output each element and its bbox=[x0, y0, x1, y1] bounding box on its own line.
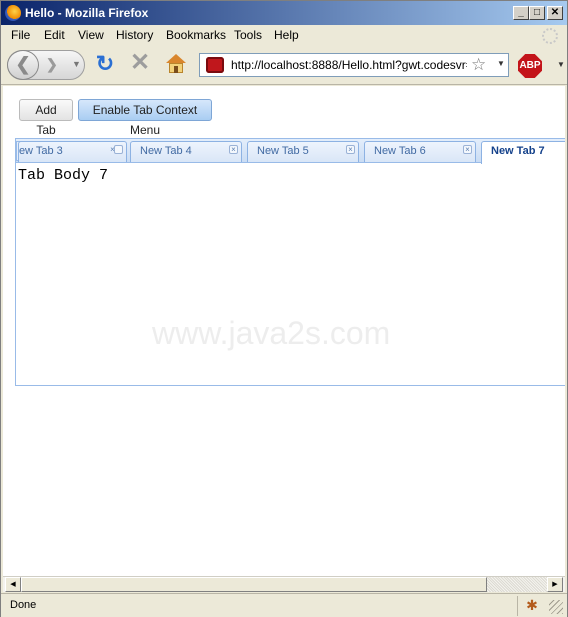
scrollbar-track[interactable] bbox=[487, 577, 547, 592]
tab-strip: ← New Tab 3 × New Tab 4 × New Tab 5 × Ne… bbox=[16, 139, 565, 164]
tab-label: New Tab 7 bbox=[491, 145, 545, 157]
menu-history[interactable]: History bbox=[116, 28, 153, 42]
status-bar: Done ✱ bbox=[1, 593, 567, 617]
site-identity-icon[interactable] bbox=[206, 57, 224, 73]
tab-panel: ← New Tab 3 × New Tab 4 × New Tab 5 × Ne… bbox=[15, 138, 565, 386]
adblock-dropdown-icon[interactable]: ▼ bbox=[557, 60, 565, 69]
tab-new-tab-3[interactable]: New Tab 3 × bbox=[18, 141, 127, 162]
tab-label: New Tab 4 bbox=[140, 145, 192, 157]
url-bar[interactable]: http://localhost:8888/Hello.html?gwt.cod… bbox=[199, 53, 509, 77]
browser-window: Hello - Mozilla Firefox _ □ ✕ File Edit … bbox=[0, 0, 568, 617]
tab-close-icon[interactable]: × bbox=[110, 145, 123, 154]
add-tab-button[interactable]: Add Tab bbox=[19, 99, 73, 137]
menu-help[interactable]: Help bbox=[274, 28, 299, 42]
home-icon bbox=[166, 54, 186, 63]
menu-bar: File Edit View History Bookmarks Tools H… bbox=[1, 25, 567, 45]
tab-new-tab-7[interactable]: New Tab 7 bbox=[481, 141, 565, 164]
firebug-icon[interactable]: ✱ bbox=[523, 597, 541, 614]
status-text: Done bbox=[10, 599, 37, 611]
forward-button[interactable]: ❯ bbox=[46, 56, 58, 73]
tab-close-icon[interactable]: × bbox=[229, 145, 238, 154]
tab-new-tab-4[interactable]: New Tab 4 × bbox=[130, 141, 242, 162]
navigation-toolbar: ❮ ❯ ▼ ↻ ✕ http://localhost:8888/Hello.ht… bbox=[1, 45, 567, 85]
url-dropdown-icon[interactable]: ▼ bbox=[497, 59, 505, 68]
menu-view[interactable]: View bbox=[78, 28, 104, 42]
tab-label: New Tab 3 bbox=[18, 145, 63, 157]
back-button[interactable]: ❮ bbox=[7, 50, 39, 80]
stop-button[interactable]: ✕ bbox=[129, 51, 151, 75]
tab-label: New Tab 6 bbox=[374, 145, 426, 157]
home-button[interactable] bbox=[165, 53, 187, 75]
tab-close-icon[interactable]: × bbox=[463, 145, 472, 154]
resize-grip[interactable] bbox=[549, 600, 563, 614]
menu-file[interactable]: File bbox=[11, 28, 30, 42]
reload-button[interactable]: ↻ bbox=[94, 53, 116, 75]
horizontal-scrollbar[interactable]: ◀ ▶ bbox=[3, 576, 565, 592]
tab-close-icon[interactable]: × bbox=[346, 145, 355, 154]
tab-label: New Tab 5 bbox=[257, 145, 309, 157]
menu-edit[interactable]: Edit bbox=[44, 28, 65, 42]
url-input[interactable]: http://localhost:8888/Hello.html?gwt.cod… bbox=[231, 58, 467, 72]
adblock-plus-button[interactable]: ABP bbox=[518, 54, 542, 78]
title-bar[interactable]: Hello - Mozilla Firefox _ □ ✕ bbox=[1, 1, 567, 25]
tab-new-tab-5[interactable]: New Tab 5 × bbox=[247, 141, 359, 162]
bookmark-star-icon[interactable]: ☆ bbox=[471, 55, 486, 75]
menu-tools[interactable]: Tools bbox=[234, 28, 262, 42]
close-window-button[interactable]: ✕ bbox=[547, 6, 563, 20]
menu-bookmarks[interactable]: Bookmarks bbox=[166, 28, 226, 42]
maximize-button[interactable]: □ bbox=[529, 6, 545, 20]
enable-context-menu-button[interactable]: Enable Tab Context Menu bbox=[78, 99, 212, 137]
minimize-button[interactable]: _ bbox=[513, 6, 529, 20]
history-dropdown-icon[interactable]: ▼ bbox=[72, 59, 81, 69]
firefox-icon bbox=[5, 5, 21, 21]
window-title: Hello - Mozilla Firefox bbox=[25, 6, 149, 20]
watermark: www.java2s.com bbox=[152, 315, 391, 351]
status-divider bbox=[517, 596, 518, 616]
throbber-icon bbox=[542, 28, 558, 44]
scrollbar-thumb[interactable] bbox=[21, 577, 487, 592]
tab-body: Tab Body 7 bbox=[18, 167, 109, 184]
scroll-left-button[interactable]: ◀ bbox=[5, 577, 21, 592]
page-content: Add Tab Enable Tab Context Menu ← New Ta… bbox=[3, 86, 565, 576]
tab-new-tab-6[interactable]: New Tab 6 × bbox=[364, 141, 476, 162]
back-forward-group: ❮ ❯ ▼ bbox=[7, 50, 85, 80]
scroll-right-button[interactable]: ▶ bbox=[547, 577, 563, 592]
